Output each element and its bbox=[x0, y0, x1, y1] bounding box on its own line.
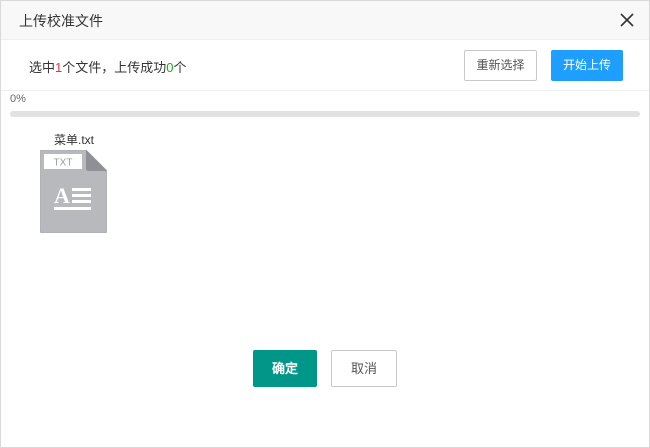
start-upload-button[interactable]: 开始上传 bbox=[551, 50, 623, 81]
dialog-title: 上传校准文件 bbox=[19, 13, 103, 29]
summary-middle: 个文件，上传成功 bbox=[62, 60, 167, 75]
summary-prefix: 选中 bbox=[29, 60, 56, 75]
success-count: 0 bbox=[166, 60, 174, 75]
file-item[interactable]: 菜单.txt TXT A bbox=[39, 131, 109, 236]
upload-toolbar: 选中1个文件，上传成功0个 重新选择 开始上传 bbox=[1, 40, 649, 91]
reselect-button[interactable]: 重新选择 bbox=[464, 50, 537, 81]
upload-dialog: 上传校准文件 选中1个文件，上传成功0个 重新选择 开始上传 0% 菜单.txt… bbox=[0, 0, 650, 448]
summary-suffix: 个 bbox=[173, 60, 187, 75]
file-name: 菜单.txt bbox=[53, 133, 94, 147]
dialog-header: 上传校准文件 bbox=[1, 1, 649, 40]
svg-text:A: A bbox=[54, 183, 70, 208]
close-icon[interactable] bbox=[619, 12, 635, 28]
txt-file-icon: TXT A bbox=[40, 150, 107, 233]
file-type-badge: TXT bbox=[54, 158, 73, 169]
progress-bar bbox=[10, 111, 640, 117]
progress-label: 0% bbox=[10, 93, 26, 105]
upload-summary: 选中1个文件，上传成功0个 bbox=[29, 57, 187, 76]
cancel-button[interactable]: 取消 bbox=[331, 350, 397, 387]
confirm-button[interactable]: 确定 bbox=[253, 350, 317, 387]
